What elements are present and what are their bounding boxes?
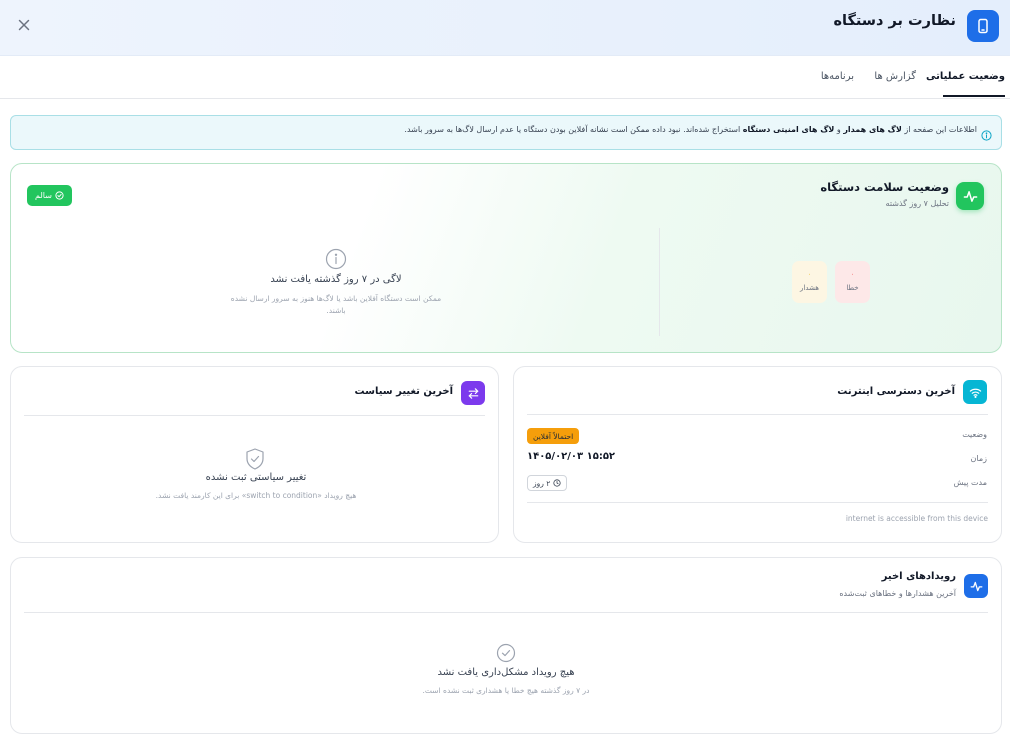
swap-icon — [461, 381, 485, 405]
health-subtitle: تحلیل ۷ روز گذشته — [885, 199, 949, 208]
close-button[interactable] — [14, 14, 34, 36]
health-divider — [659, 228, 660, 336]
page-title: نظارت بر دستگاه — [833, 13, 956, 29]
info-icon — [981, 126, 992, 145]
card-divider — [527, 502, 988, 503]
activity-icon — [964, 574, 988, 598]
empty-logs-title: لاگی در ۷ روز گذشته یافت نشد — [270, 274, 402, 285]
error-count-tile: ۰ خطا — [835, 261, 870, 303]
warning-label: هشدار — [800, 284, 819, 292]
check-circle-icon — [496, 643, 516, 667]
wifi-icon — [963, 380, 987, 404]
info-icon — [325, 248, 347, 274]
connectivity-status-badge: احتمالاً آفلاین — [527, 428, 580, 444]
warning-count-tile: ۰ هشدار — [792, 261, 827, 303]
events-empty-subtitle: در ۷ روز گذشته هیچ خطا یا هشداری ثبت نشد… — [422, 686, 590, 695]
internet-card-title: آخرین دسترسی اینترنت — [837, 386, 955, 397]
last-access-time: ۱۴۰۵/۰۲/۰۳ ۱۵:۵۲ — [527, 451, 616, 462]
active-tab-indicator — [943, 95, 1005, 97]
empty-logs-subtitle: ممکن است دستگاه آفلاین باشد یا لاگ‌ها هن… — [230, 294, 442, 315]
status-badge-label: سالم — [35, 191, 52, 200]
duration-value: ۲ روز — [533, 478, 551, 488]
card-divider — [527, 414, 988, 415]
policy-card-title: آخرین تغییر سیاست — [354, 386, 453, 397]
health-title: وضعیت سلامت دستگاه — [820, 180, 949, 194]
events-empty-title: هیچ رویداد مشکل‌داری یافت نشد — [437, 667, 575, 678]
status-label: وضعیت — [962, 430, 987, 439]
events-card-title: رویدادهای اخیر — [881, 571, 956, 582]
policy-empty-subtitle: هیچ رویداد «switch to condition» برای ای… — [155, 491, 357, 500]
error-label: خطا — [846, 284, 859, 292]
card-divider — [24, 415, 485, 416]
tab-apps[interactable]: برنامه‌ها — [821, 71, 854, 82]
check-circle-icon — [55, 191, 64, 200]
status-badge: سالم — [27, 185, 72, 206]
tab-operational-status[interactable]: وضعیت عملیاتی — [926, 71, 1005, 82]
device-health-card: وضعیت سلامت دستگاه تحلیل ۷ روز گذشته سال… — [10, 163, 1002, 353]
internet-footer-note: internet is accessible from this device — [845, 514, 988, 523]
info-banner: اطلاعات این صفحه از لاگ های همدار و لاگ … — [10, 115, 1002, 150]
shield-check-icon — [244, 447, 266, 475]
tab-reports[interactable]: گزارش ها — [874, 71, 916, 82]
time-label: زمان — [970, 454, 987, 463]
duration-label: مدت پیش — [953, 478, 987, 487]
card-divider — [24, 612, 988, 613]
last-internet-access-card: آخرین دسترسی اینترنت وضعیت احتمالاً آفلا… — [513, 366, 1002, 543]
tabs-divider — [0, 98, 1010, 99]
policy-empty-title: تغییر سیاستی ثبت نشده — [205, 472, 307, 483]
last-policy-change-card: آخرین تغییر سیاست تغییر سیاستی ثبت نشده … — [10, 366, 499, 543]
error-count: ۰ — [850, 271, 855, 278]
info-banner-text: اطلاعات این صفحه از لاگ های همدار و لاگ … — [404, 125, 977, 134]
duration-badge: ۲ روز — [527, 475, 568, 491]
modal-header: نظارت بر دستگاه — [0, 0, 1010, 56]
warning-count: ۰ — [807, 271, 812, 278]
events-card-subtitle: آخرین هشدارها و خطاهای ثبت‌شده — [839, 589, 956, 598]
activity-icon — [956, 182, 984, 210]
clock-icon — [553, 479, 561, 487]
close-icon — [18, 19, 30, 31]
smartphone-icon — [967, 10, 999, 42]
recent-events-card: رویدادهای اخیر آخرین هشدارها و خطاهای ثب… — [10, 557, 1002, 734]
